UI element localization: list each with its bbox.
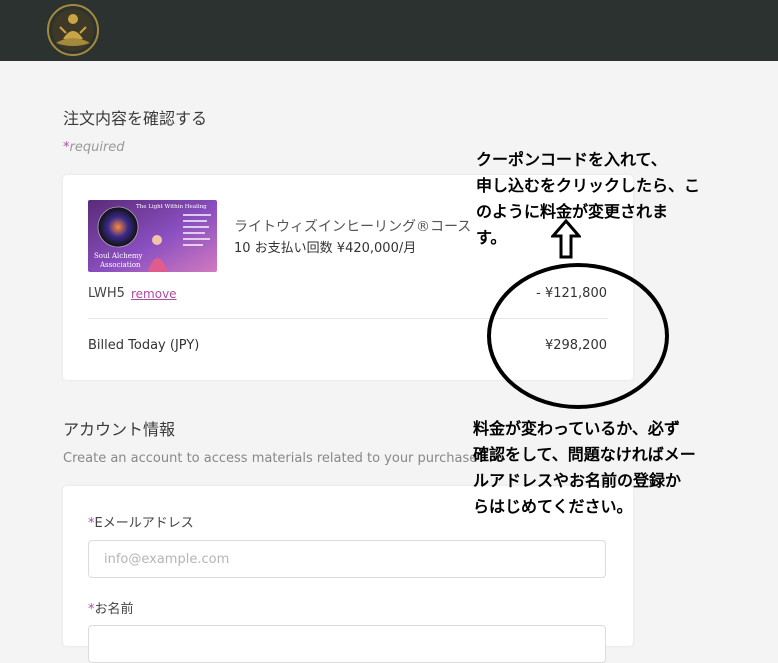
highlight-circle-annotation: [487, 263, 669, 409]
arrow-up-icon: [551, 219, 581, 259]
name-field-label: *お名前: [88, 602, 134, 617]
billed-today-label: Billed Today (JPY): [88, 338, 200, 353]
name-field[interactable]: [88, 625, 606, 663]
instruction-annotation-bottom: 料金が変わっているか、必ず 確認をして、問題なければメー ルアドレスやお名前の登…: [473, 419, 696, 516]
applied-coupon-code: LWH5: [88, 286, 125, 301]
thumbnail-brand-text-2: Association: [99, 261, 141, 269]
account-section-title: アカウント情報: [63, 420, 176, 439]
lotus-emblem-logo[interactable]: [46, 3, 100, 57]
thumbnail-title-text: The Light Within Healing: [136, 204, 207, 210]
email-field-label: *Eメールアドレス: [88, 516, 194, 531]
top-header-bar: [0, 0, 778, 61]
required-note: *required: [63, 140, 125, 155]
order-section-title: 注文内容を確認する: [63, 109, 208, 128]
remove-coupon-link[interactable]: remove: [131, 287, 177, 301]
product-payment-detail: 10 お支払い回数 ¥420,000/月: [234, 241, 417, 256]
account-section-subtitle: Create an account to access materials re…: [63, 451, 478, 466]
instruction-annotation-top: クーポンコードを入れて、 申し込むをクリックしたら、こ のように料金が変更されま…: [476, 150, 701, 247]
email-field[interactable]: [88, 540, 606, 578]
product-name: ライトウィズインヒーリング®コース: [234, 219, 472, 235]
product-thumbnail: The Light Within Healing Soul Alchemy As…: [88, 200, 217, 272]
thumbnail-brand-text-1: Soul Alchemy: [94, 252, 142, 260]
